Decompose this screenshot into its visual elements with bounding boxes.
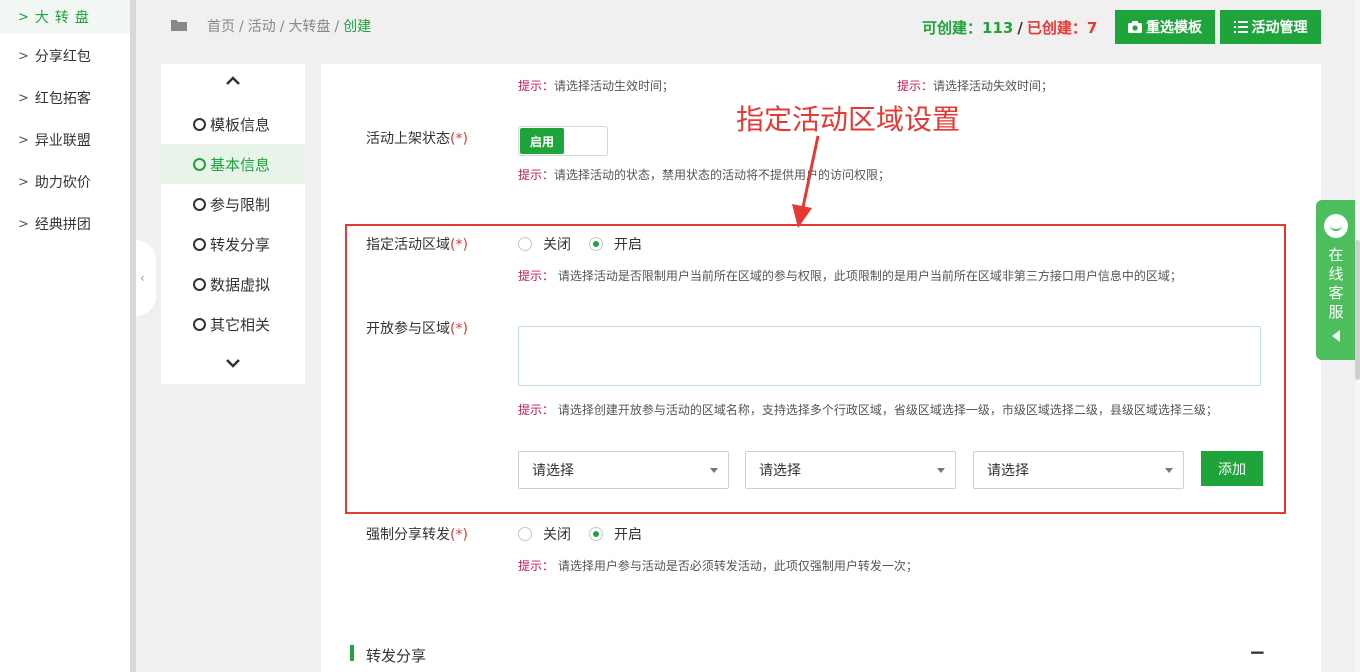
breadcrumb: 首页 / 活动 / 大转盘 / 创建 xyxy=(207,19,372,35)
sidebar-item-alliance[interactable]: > 异业联盟 xyxy=(0,122,130,158)
circle-icon xyxy=(193,237,206,251)
share-off-radio[interactable]: 关闭 xyxy=(518,524,571,544)
chevron-right-icon: > xyxy=(18,132,29,148)
step-template-info[interactable]: 模板信息 xyxy=(161,104,305,144)
sidebar-item-label: 经典拼团 xyxy=(34,217,91,233)
online-service-label: 在线客服 xyxy=(1328,246,1344,321)
sidebar-item-label: 红包拓客 xyxy=(34,91,91,107)
circle-icon xyxy=(193,157,206,171)
chevron-right-icon: > xyxy=(18,174,29,190)
breadcrumb-activity[interactable]: 活动 xyxy=(248,19,276,35)
chevron-down-icon[interactable] xyxy=(161,358,305,374)
step-forward-share[interactable]: 转发分享 xyxy=(161,224,305,264)
sidebar-item-group-buy[interactable]: > 经典拼团 xyxy=(0,206,130,242)
camera-icon xyxy=(1128,21,1142,33)
quota-can-create-label: 可创建： xyxy=(922,19,983,37)
quota-created-value: 7 xyxy=(1086,19,1098,37)
sidebar-item-label: 异业联盟 xyxy=(34,133,91,149)
service-face-icon xyxy=(1324,214,1348,238)
annotation-title: 指定活动区域设置 xyxy=(736,103,961,136)
scrollbar-thumb[interactable] xyxy=(1355,240,1360,380)
sidebar-item-label: 助力砍价 xyxy=(34,175,91,191)
circle-icon xyxy=(193,317,206,331)
reselect-template-label: 重选模板 xyxy=(1146,20,1202,36)
chevron-right-icon: > xyxy=(18,216,29,232)
step-label: 模板信息 xyxy=(210,115,271,134)
sidebar-item-label: 大转盘 xyxy=(34,10,95,26)
chevron-up-icon[interactable] xyxy=(161,74,305,90)
step-label: 参与限制 xyxy=(210,195,271,214)
breadcrumb-dazhuanpan[interactable]: 大转盘 xyxy=(288,19,330,35)
sidebar-item-share-redpacket[interactable]: > 分享红包 xyxy=(0,38,130,74)
chevron-right-icon: > xyxy=(18,90,29,106)
status-toggle-on: 启用 xyxy=(520,128,564,154)
quota-summary: 可创建：113/已创建：7 xyxy=(922,19,1098,37)
step-data-virtual[interactable]: 数据虚拟 xyxy=(161,264,305,304)
sidebar-item-bargain[interactable]: > 助力砍价 xyxy=(0,164,130,200)
status-toggle[interactable]: 启用 xyxy=(518,126,608,156)
status-label: 活动上架状态(*) xyxy=(366,131,468,147)
activity-manage-button[interactable]: 活动管理 xyxy=(1220,10,1321,44)
circle-icon xyxy=(193,117,206,131)
chevron-right-icon: > xyxy=(18,9,29,25)
step-other[interactable]: 其它相关 xyxy=(161,304,305,344)
end-time-hint: 提示：请选择活动失效时间； xyxy=(897,79,1054,93)
scrollbar[interactable] xyxy=(1355,0,1360,672)
step-label: 其它相关 xyxy=(210,315,271,334)
annotation-arrow-icon xyxy=(792,135,820,228)
radio-dot xyxy=(589,527,603,541)
start-time-hint: 提示：请选择活动生效时间； xyxy=(518,79,675,93)
section-accent-bar xyxy=(350,645,354,661)
sidebar: > 大转盘 > 分享红包 > 红包拓客 > 异业联盟 > 助力砍价 > 经典拼团 xyxy=(0,0,136,672)
quota-can-create-value: 113 xyxy=(982,19,1014,37)
sidebar-divider xyxy=(130,0,136,672)
share-label: 强制分享转发(*) xyxy=(366,527,468,543)
circle-icon xyxy=(193,277,206,291)
status-hint: 提示：请选择活动的状态，禁用状态的活动将不提供用户的访问权限； xyxy=(518,168,891,182)
reselect-template-button[interactable]: 重选模板 xyxy=(1115,10,1215,44)
sidebar-item-label: 分享红包 xyxy=(34,49,91,65)
triangle-left-icon xyxy=(1332,330,1340,342)
share-on-radio[interactable]: 开启 xyxy=(589,524,642,544)
step-label: 基本信息 xyxy=(210,155,271,174)
online-service-button[interactable]: 在线客服 xyxy=(1316,200,1356,360)
breadcrumb-home[interactable]: 首页 xyxy=(207,19,235,35)
chevron-left-icon: ‹ xyxy=(140,271,145,285)
step-label: 数据虚拟 xyxy=(210,275,271,294)
step-basic-info[interactable]: 基本信息 xyxy=(161,144,305,184)
section-title: 转发分享 xyxy=(366,647,427,665)
sidebar-collapse-toggle[interactable]: ‹ xyxy=(136,240,156,316)
chevron-right-icon: > xyxy=(18,48,29,64)
sidebar-item-redpacket-tuoke[interactable]: > 红包拓客 xyxy=(0,80,130,116)
breadcrumb-current: 创建 xyxy=(343,19,372,35)
radio-dot xyxy=(518,527,532,541)
circle-icon xyxy=(193,197,206,211)
step-participation-limit[interactable]: 参与限制 xyxy=(161,184,305,224)
list-icon xyxy=(1233,21,1248,33)
folder-icon xyxy=(171,20,187,31)
sidebar-item-dazhuanpan[interactable]: > 大转盘 xyxy=(0,0,130,34)
section-collapse-button[interactable]: − xyxy=(1249,640,1266,664)
step-nav: 模板信息 基本信息 参与限制 转发分享 数据虚拟 其它相关 xyxy=(161,64,305,384)
activity-manage-label: 活动管理 xyxy=(1251,20,1308,36)
step-label: 转发分享 xyxy=(210,235,271,254)
highlight-box xyxy=(345,224,1286,514)
share-hint: 提示： 请选择用户参与活动是否必须转发活动，此项仅强制用户转发一次； xyxy=(518,559,918,573)
quota-created-label: 已创建： xyxy=(1026,19,1087,37)
